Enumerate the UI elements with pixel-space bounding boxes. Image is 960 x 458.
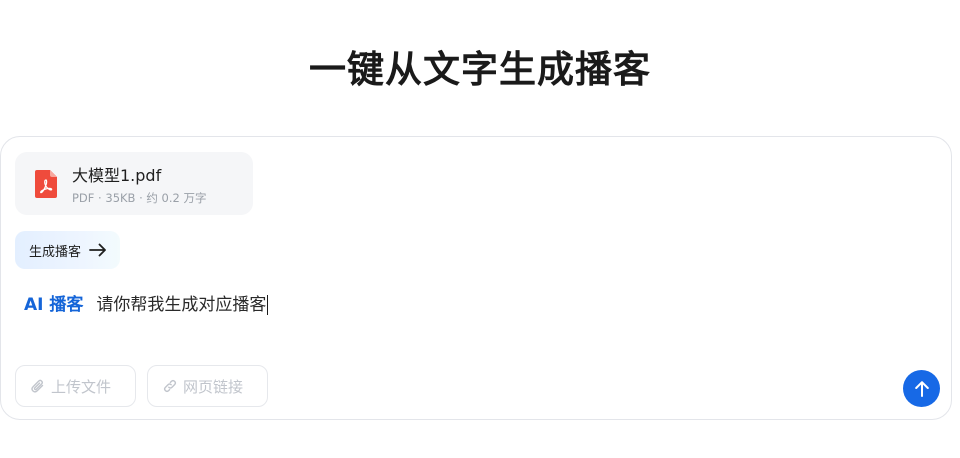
link-icon [163, 379, 177, 393]
web-link-button[interactable]: 网页链接 [147, 365, 268, 407]
podcast-composer: 大模型1.pdf PDF · 35KB · 约 0.2 万字 生成播客 AI 播… [0, 136, 952, 420]
paperclip-icon [31, 379, 44, 393]
page-title: 一键从文字生成播客 [309, 48, 651, 91]
web-link-label: 网页链接 [183, 377, 244, 396]
attached-file-card[interactable]: 大模型1.pdf PDF · 35KB · 约 0.2 万字 [15, 152, 253, 215]
ai-podcast-tag: AI 播客 [24, 294, 84, 315]
upload-file-label: 上传文件 [51, 377, 112, 396]
prompt-row: AI 播客 请你帮我生成对应播客 [24, 289, 269, 315]
generate-podcast-chip[interactable]: 生成播客 [15, 231, 121, 269]
prompt-text: 请你帮我生成对应播客 [96, 294, 267, 315]
file-name: 大模型1.pdf [72, 166, 162, 185]
prompt-input[interactable]: 请你帮我生成对应播客 [96, 290, 269, 315]
page: 一键从文字生成播客 大模型1.pdf PDF · 35KB · 约 0.2 万字… [0, 0, 960, 458]
arrow-up-icon [914, 380, 929, 397]
text-caret [267, 294, 269, 315]
arrow-right-icon [89, 243, 106, 257]
upload-file-button[interactable]: 上传文件 [15, 365, 136, 407]
pdf-file-icon [35, 170, 57, 198]
file-meta: PDF · 35KB · 约 0.2 万字 [72, 191, 207, 205]
send-button[interactable] [903, 370, 940, 407]
generate-podcast-label: 生成播客 [29, 244, 82, 260]
